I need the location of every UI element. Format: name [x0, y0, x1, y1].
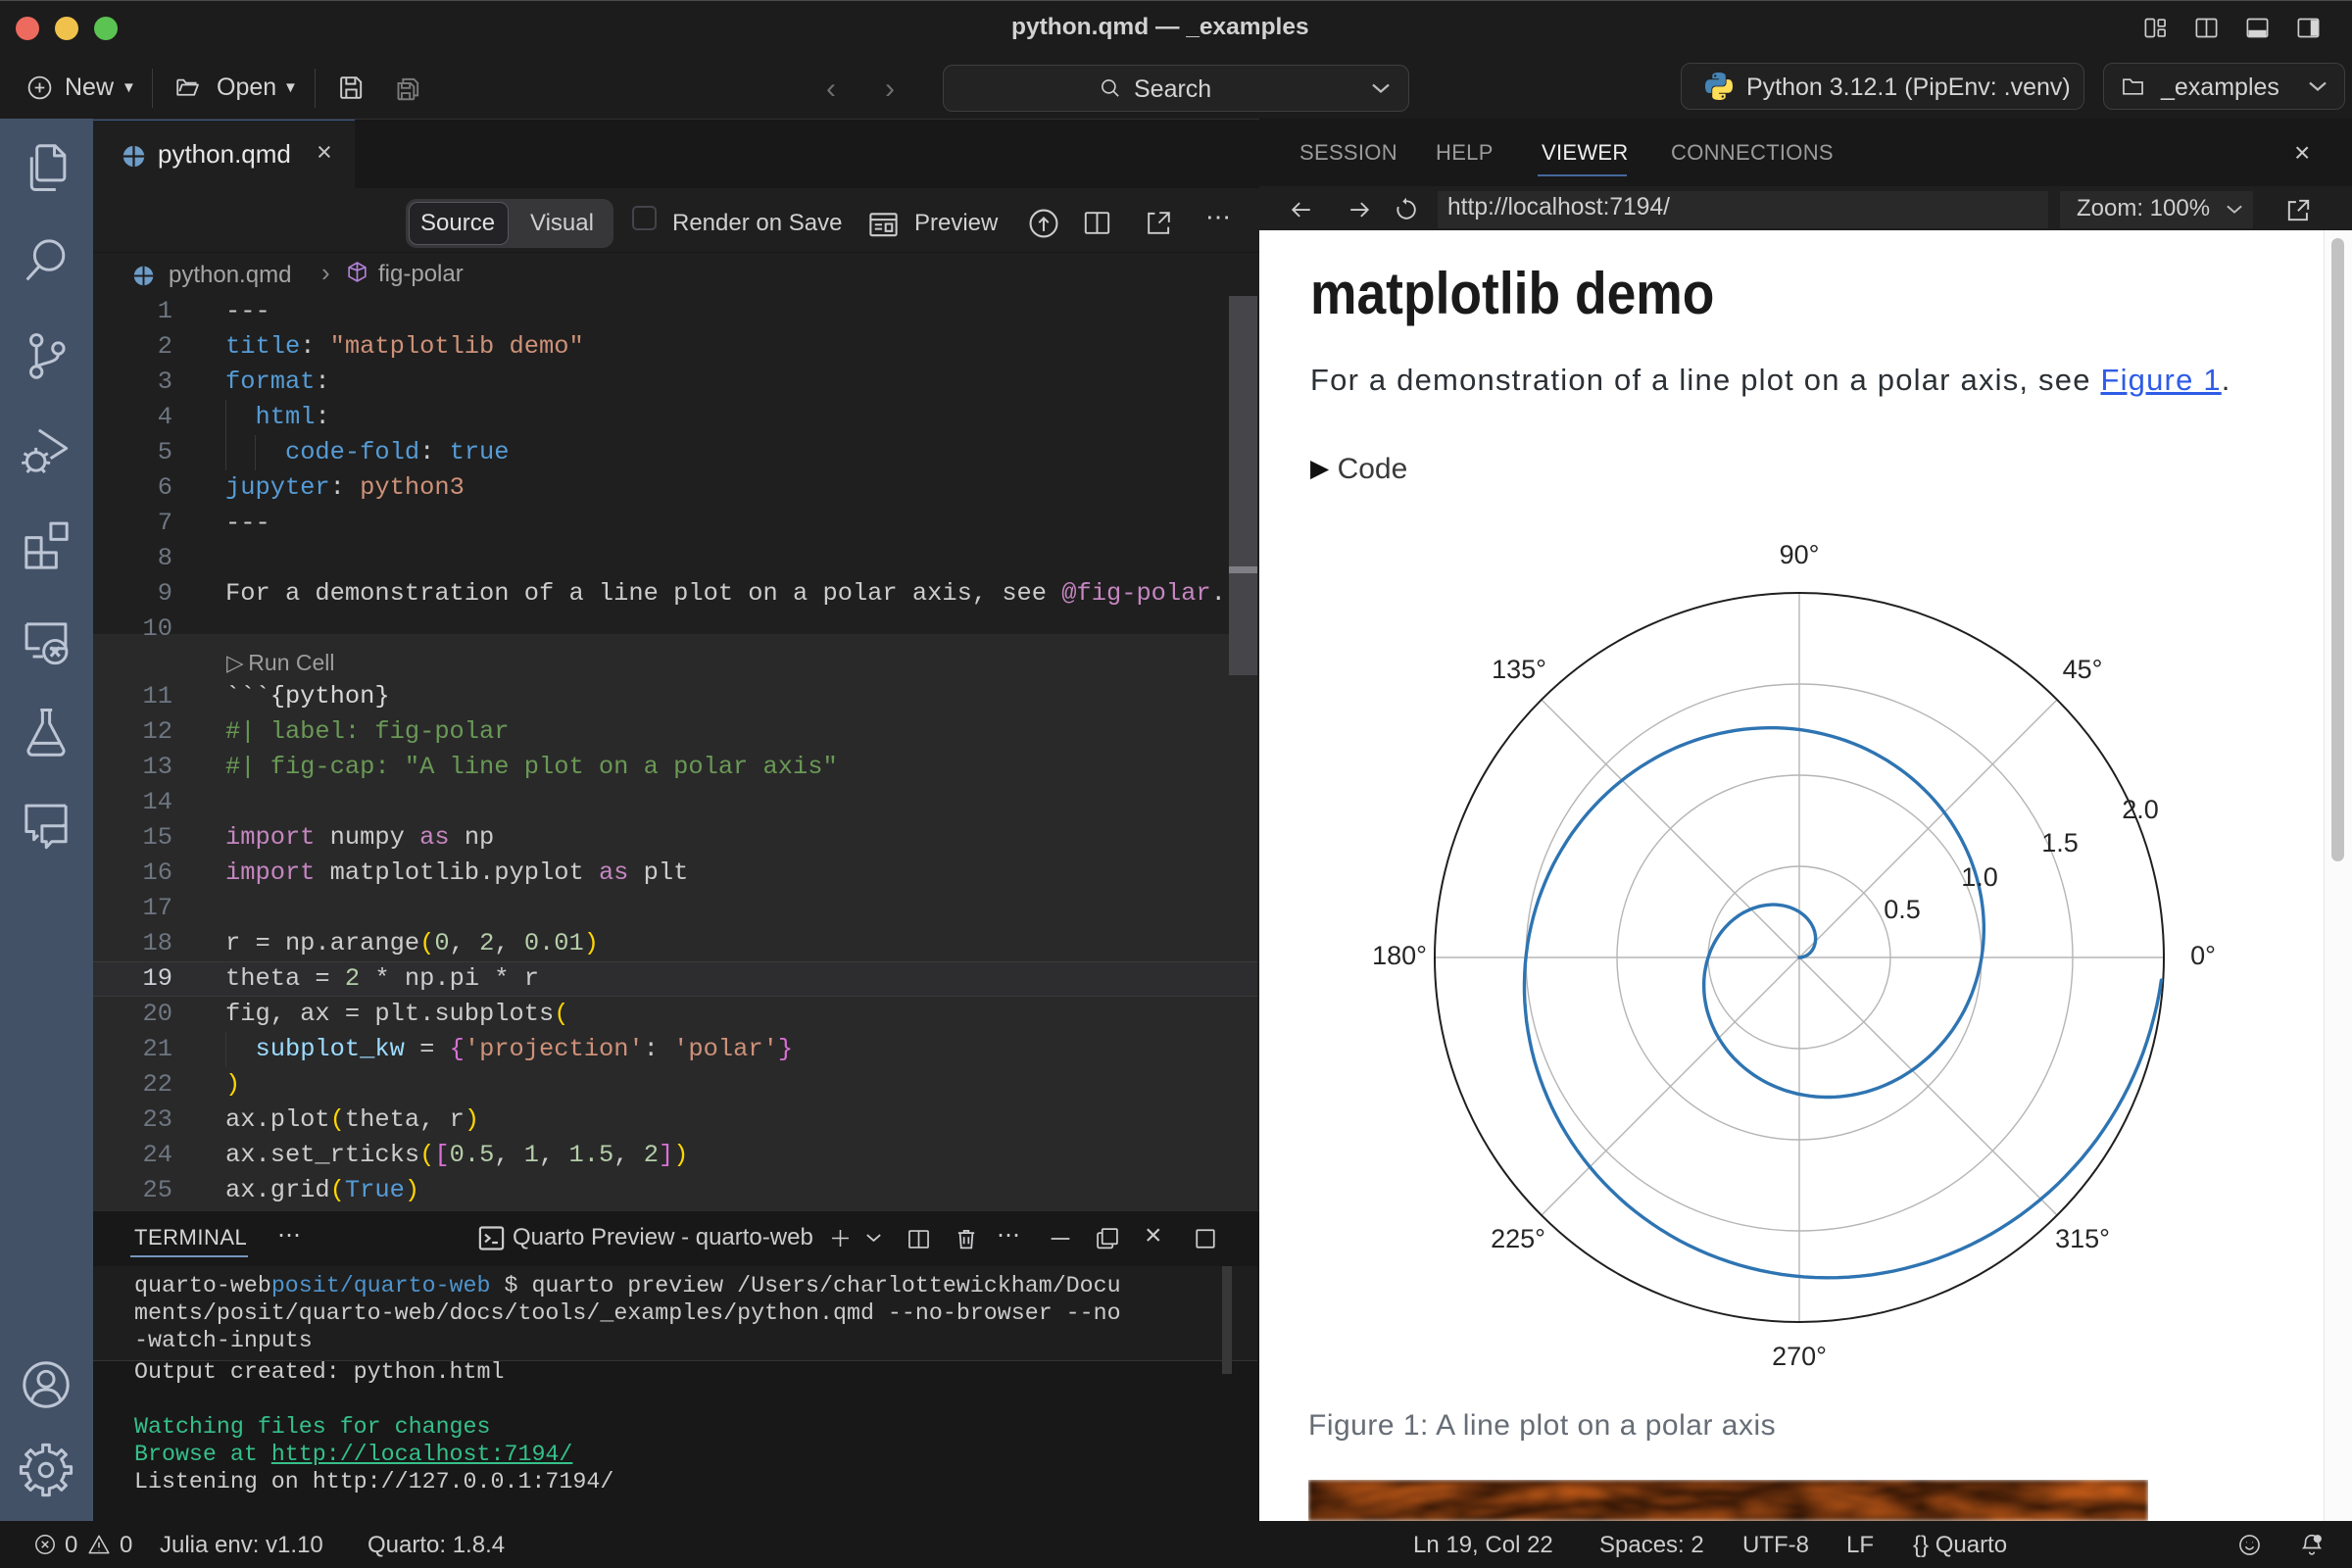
svg-text:135°: 135°	[1492, 655, 1546, 684]
svg-text:90°: 90°	[1780, 540, 1820, 569]
svg-text:225°: 225°	[1491, 1224, 1545, 1253]
svg-text:2.0: 2.0	[2122, 795, 2159, 824]
svg-text:0°: 0°	[2190, 941, 2216, 970]
svg-text:180°: 180°	[1372, 941, 1427, 970]
svg-text:1.5: 1.5	[2041, 828, 2079, 858]
svg-text:1.0: 1.0	[1961, 862, 1998, 892]
svg-text:45°: 45°	[2063, 655, 2103, 684]
svg-text:270°: 270°	[1772, 1342, 1827, 1371]
svg-text:315°: 315°	[2055, 1224, 2110, 1253]
svg-text:0.5: 0.5	[1884, 895, 1921, 924]
